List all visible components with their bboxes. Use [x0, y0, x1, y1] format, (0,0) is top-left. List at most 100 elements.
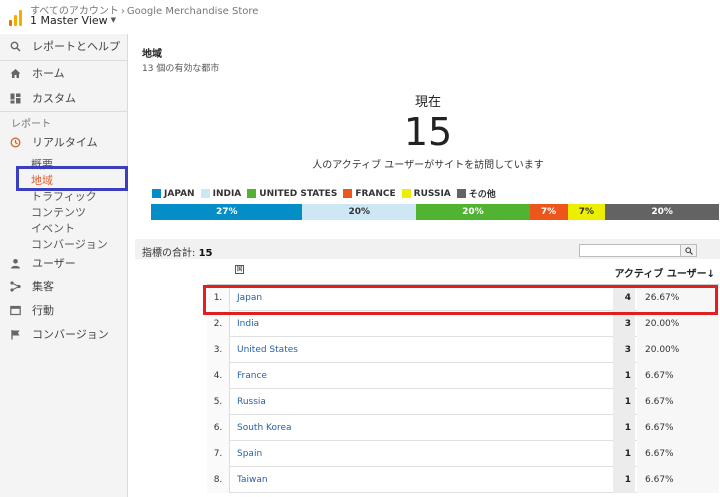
active-users-count: 15	[403, 110, 453, 154]
sidebar: レポートとヘルプ ホーム カスタム レポート リアルタイム 概要 地域 トラフィ…	[0, 34, 128, 497]
sidebar-item-audience[interactable]: ユーザー	[0, 252, 128, 274]
divider	[229, 441, 230, 467]
legend-swatch	[247, 189, 257, 198]
home-icon	[8, 66, 22, 80]
card-subtitle: 13 個の有効な都市	[142, 64, 220, 74]
search-icon	[8, 39, 22, 53]
legend-label: その他	[468, 190, 496, 200]
table-row: 6. South Korea 1 6.67%	[207, 415, 719, 441]
clock-icon	[8, 135, 22, 149]
metric-total: 指標の合計: 15	[142, 244, 212, 259]
acquisition-icon	[8, 279, 22, 293]
table-row: 4. France 1 6.67%	[207, 363, 719, 389]
breadcrumb-separator: ›	[120, 6, 125, 17]
sidebar-item-label: 集客	[32, 280, 54, 293]
search-icon	[684, 246, 693, 255]
sidebar-item-conversions[interactable]: コンバージョン	[0, 323, 128, 345]
view-name: 1 Master View	[30, 14, 108, 27]
realtime-conversions[interactable]: コンバージョン	[31, 236, 108, 252]
dashboard-icon	[8, 91, 22, 105]
sidebar-search[interactable]: レポートとヘルプ	[0, 35, 128, 57]
legend-label: FRANCE	[355, 188, 396, 199]
view-selector[interactable]: 1 Master View ▼	[30, 14, 116, 27]
country-link[interactable]: Taiwan	[237, 467, 268, 493]
card-title: 地域	[142, 49, 162, 60]
sidebar-item-realtime[interactable]: リアルタイム	[0, 131, 128, 153]
window-icon	[8, 303, 22, 317]
legend-item: その他	[456, 187, 496, 200]
reports-heading: レポート	[11, 119, 51, 130]
country-link[interactable]: France	[237, 363, 267, 389]
active-users-value: 1	[613, 441, 635, 467]
column-active-users[interactable]: アクティブ ユーザー↓	[614, 265, 715, 280]
active-users-value: 1	[613, 467, 635, 493]
now-label: 現在	[414, 95, 441, 110]
table-header: 国 アクティブ ユーザー↓	[207, 259, 719, 285]
highlight-box-blue	[16, 166, 128, 191]
row-number: 6.	[207, 415, 229, 441]
active-users-value: 1	[613, 389, 635, 415]
realtime-content[interactable]: コンテンツ	[31, 204, 86, 220]
sidebar-item-custom[interactable]: カスタム	[0, 87, 128, 109]
legend-item: INDIA	[200, 187, 242, 200]
table-row: 8. Taiwan 1 6.67%	[207, 467, 719, 493]
table-row: 5. Russia 1 6.67%	[207, 389, 719, 415]
divider	[0, 111, 128, 112]
legend-label: RUSSIA	[413, 188, 451, 199]
table-search-input[interactable]	[579, 244, 697, 257]
legend-item: FRANCE	[343, 187, 396, 200]
divider	[229, 389, 230, 415]
row-number: 7.	[207, 441, 229, 467]
top-bar: すべてのアカウント › Google Merchandise Store 1 Mas…	[0, 0, 720, 34]
sidebar-item-acquisition[interactable]: 集客	[0, 275, 128, 297]
active-users-percent: 6.67%	[637, 363, 719, 389]
share-bar-segment: 27%	[151, 204, 303, 220]
legend-label: UNITED STATES	[259, 188, 338, 199]
breadcrumb-property[interactable]: Google Merchandise Store	[127, 6, 259, 17]
legend-item: UNITED STATES	[247, 187, 337, 200]
row-number: 3.	[207, 337, 229, 363]
country-link[interactable]: Russia	[237, 389, 266, 415]
active-users-value: 1	[613, 415, 635, 441]
country-column-icon[interactable]: 国	[235, 265, 244, 274]
analytics-logo-icon[interactable]	[9, 8, 23, 26]
share-bar-segment: 20%	[302, 204, 417, 220]
person-icon	[8, 256, 22, 270]
realtime-events[interactable]: イベント	[31, 220, 75, 236]
legend-label: INDIA	[212, 188, 242, 199]
search-button[interactable]	[680, 245, 696, 256]
share-bar-segment: 20%	[605, 204, 719, 220]
legend-swatch	[200, 189, 210, 198]
country-link[interactable]: United States	[237, 337, 298, 363]
divider	[229, 415, 230, 441]
metric-total-label: 指標の合計:	[142, 248, 196, 259]
country-link[interactable]: Spain	[237, 441, 262, 467]
legend-item: JAPAN	[152, 187, 195, 200]
legend-swatch	[152, 189, 161, 198]
active-users-percent: 6.67%	[637, 441, 719, 467]
legend-swatch	[456, 189, 466, 198]
divider	[229, 363, 230, 389]
table-row: 7. Spain 1 6.67%	[207, 441, 719, 467]
sidebar-item-behavior[interactable]: 行動	[0, 299, 128, 321]
summary-bar: 指標の合計: 15	[135, 239, 720, 259]
row-number: 4.	[207, 363, 229, 389]
sidebar-item-label: コンバージョン	[32, 328, 109, 341]
country-share-bar: 27% 20% 20% 7% 7% 20%	[151, 204, 719, 220]
divider	[229, 337, 230, 363]
highlight-box-red	[203, 285, 718, 315]
metric-total-value: 15	[198, 248, 213, 259]
sidebar-item-home[interactable]: ホーム	[0, 62, 128, 84]
active-users-percent: 6.67%	[637, 415, 719, 441]
active-users-value: 1	[613, 363, 635, 389]
flag-icon	[8, 327, 22, 341]
sidebar-item-label: ホーム	[32, 67, 65, 80]
row-number: 5.	[207, 389, 229, 415]
country-legend: JAPAN INDIA UNITED STATES FRANCE RUSSIA その他	[152, 187, 502, 200]
country-link[interactable]: South Korea	[237, 415, 292, 441]
share-bar-segment: 20%	[416, 204, 530, 220]
active-users-value: 3	[613, 337, 635, 363]
divider	[0, 60, 128, 61]
sidebar-item-label: カスタム	[32, 92, 76, 105]
active-users-percent: 6.67%	[637, 467, 719, 493]
